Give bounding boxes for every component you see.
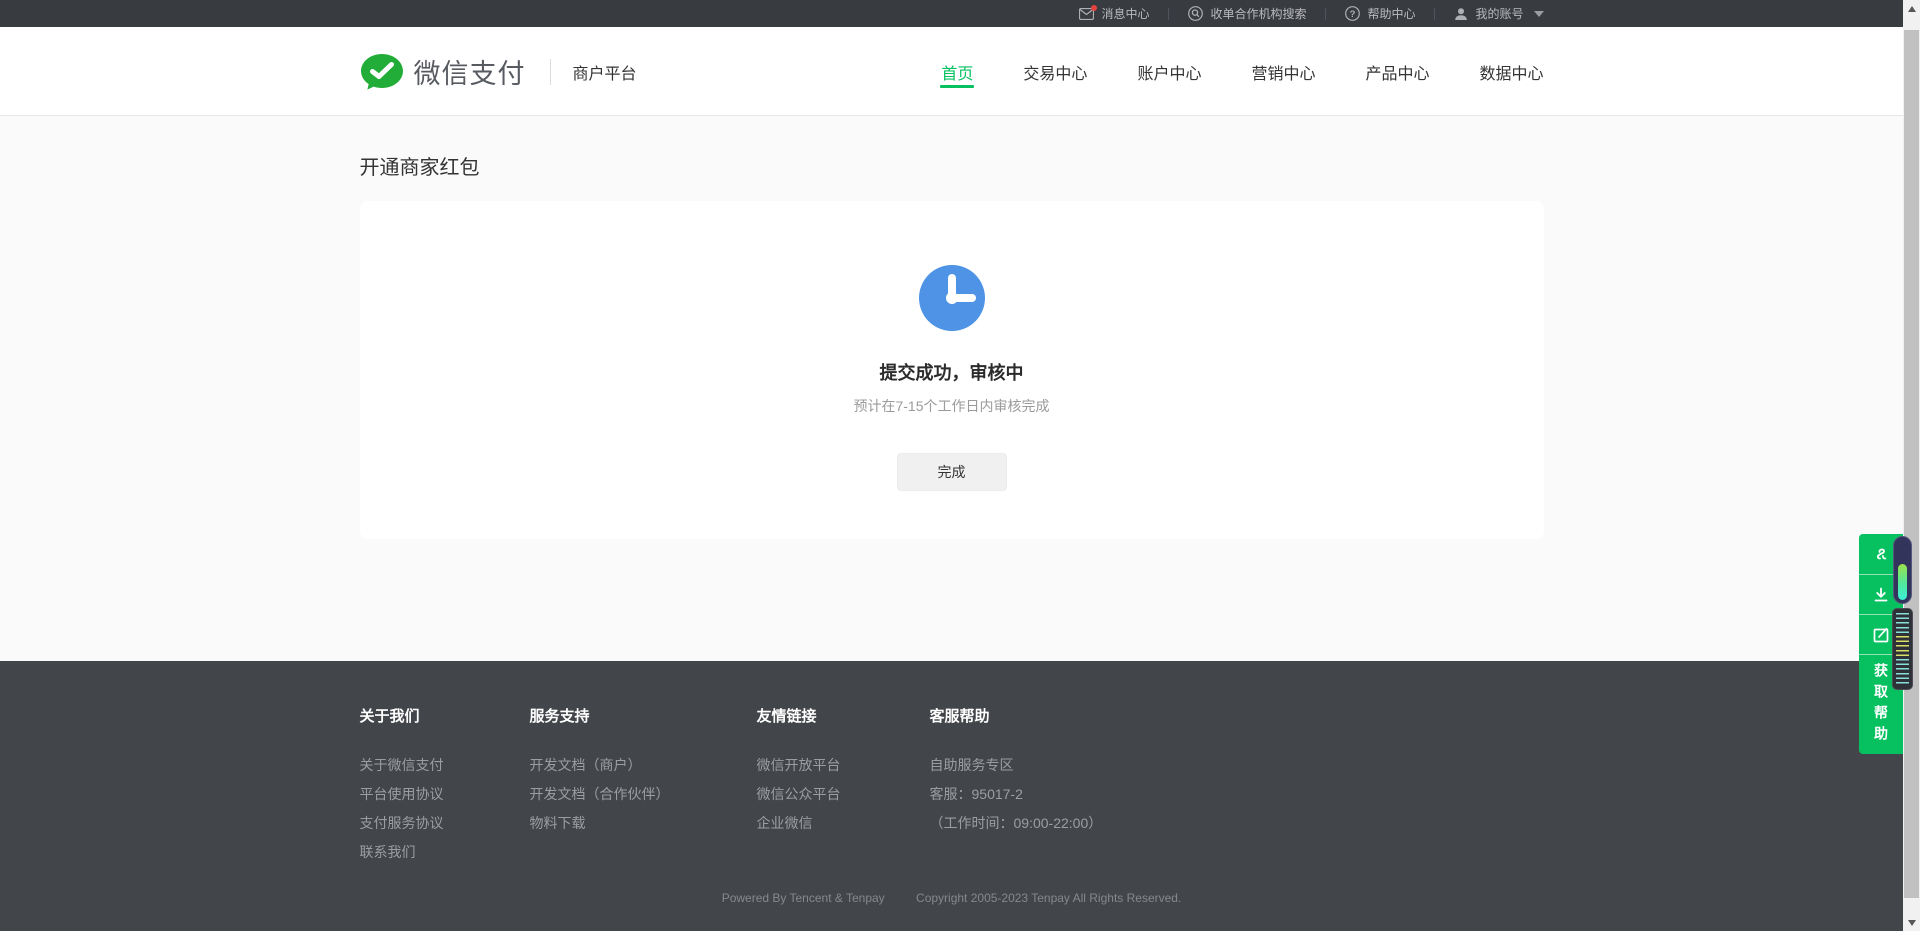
footer-col-title: 友情链接 (757, 705, 930, 726)
help-center-label: 帮助中心 (1367, 5, 1415, 22)
nav-item-home[interactable]: 首页 (941, 27, 973, 116)
footer-col-about: 关于我们 关于微信支付 平台使用协议 支付服务协议 联系我们 (360, 705, 530, 867)
nav-item-marketing-center[interactable]: 营销中心 (1251, 27, 1315, 116)
footer-link-self-service[interactable]: 自助服务专区 (930, 751, 1103, 780)
nav-label: 交易中心 (1023, 60, 1087, 84)
nav-label: 产品中心 (1365, 60, 1429, 84)
active-tab-underline (940, 85, 974, 88)
footer-col-title: 服务支持 (530, 705, 757, 726)
scroll-indicator-stripes (1892, 608, 1913, 690)
scroll-down-arrow[interactable] (1903, 914, 1920, 931)
acquiring-partner-search-label: 收单合作机构搜索 (1210, 5, 1306, 22)
status-subtitle: 预计在7-15个工作日内审核完成 (853, 396, 1049, 416)
status-title: 提交成功，审核中 (880, 359, 1024, 385)
footer-link-platform-agreement[interactable]: 平台使用协议 (360, 780, 530, 809)
main-content: 开通商家红包 提交成功，审核中 预计在7-15个工作日内审核完成 完成 (0, 116, 1903, 661)
footer-link-dev-docs-merchant[interactable]: 开发文档（商户） (530, 751, 757, 780)
scrollbar-thumb[interactable] (1904, 30, 1919, 898)
footer-link-contact-us[interactable]: 联系我们 (360, 838, 530, 867)
footer-col-support: 客服帮助 自助服务专区 客服：95017-2 （工作时间：09:00-22:00… (930, 705, 1103, 867)
top-utility-bar: 消息中心 收单合作机构搜索 ? 帮助中心 我的账号 (0, 0, 1903, 27)
wechat-bubble-icon (360, 53, 404, 91)
clock-icon (919, 265, 985, 331)
page-title: 开通商家红包 (360, 116, 1544, 180)
get-help-label: 获取帮助 (1871, 663, 1891, 747)
copyright-line: Powered By Tencent & Tenpay Copyright 20… (0, 891, 1903, 905)
download-icon (1871, 585, 1891, 605)
footer-col-links: 友情链接 微信开放平台 微信公众平台 企业微信 (757, 705, 930, 867)
portal-name: 商户平台 (573, 60, 637, 84)
logo-wordmark: 微信支付 (414, 52, 526, 91)
copyright-text: Copyright 2005-2023 Tenpay All Rights Re… (916, 891, 1181, 905)
site-footer: 关于我们 关于微信支付 平台使用协议 支付服务协议 联系我们 服务支持 开发文档… (0, 661, 1903, 931)
wechat-pay-logo[interactable]: 微信支付 (360, 52, 526, 91)
footer-link-wechat-official-platform[interactable]: 微信公众平台 (757, 780, 930, 809)
mail-icon (1079, 8, 1094, 20)
main-nav: 首页 交易中心 账户中心 营销中心 产品中心 数据中心 (941, 27, 1543, 116)
nav-label: 首页 (941, 60, 973, 84)
review-status-card: 提交成功，审核中 预计在7-15个工作日内审核完成 完成 (360, 201, 1544, 539)
page: 消息中心 收单合作机构搜索 ? 帮助中心 我的账号 (0, 0, 1903, 931)
nav-item-data-center[interactable]: 数据中心 (1479, 27, 1543, 116)
message-center-link[interactable]: 消息中心 (1060, 0, 1168, 27)
feedback-icon (1871, 625, 1891, 645)
nav-label: 数据中心 (1479, 60, 1543, 84)
site-header: 微信支付 商户平台 首页 交易中心 账户中心 营销中心 产品 (0, 27, 1903, 116)
message-center-label: 消息中心 (1101, 5, 1149, 22)
footer-working-hours: （工作时间：09:00-22:00） (930, 809, 1103, 838)
footer-col-service: 服务支持 开发文档（商户） 开发文档（合作伙伴） 物料下载 (530, 705, 757, 867)
nav-item-product-center[interactable]: 产品中心 (1365, 27, 1429, 116)
footer-col-title: 关于我们 (360, 705, 530, 726)
link-icon (1871, 544, 1891, 564)
my-account-menu[interactable]: 我的账号 (1435, 0, 1543, 27)
powered-by-text: Powered By Tencent & Tenpay (722, 891, 885, 905)
footer-hotline: 客服：95017-2 (930, 780, 1103, 809)
footer-link-about-wechat-pay[interactable]: 关于微信支付 (360, 751, 530, 780)
header-divider (550, 59, 551, 85)
footer-col-title: 客服帮助 (930, 705, 1103, 726)
footer-link-material-download[interactable]: 物料下载 (530, 809, 757, 838)
chevron-down-icon (1534, 11, 1544, 17)
nav-label: 账户中心 (1137, 60, 1201, 84)
my-account-label: 我的账号 (1475, 5, 1523, 22)
acquiring-partner-search-link[interactable]: 收单合作机构搜索 (1169, 0, 1325, 27)
scroll-up-arrow[interactable] (1903, 0, 1920, 17)
user-icon (1454, 7, 1468, 21)
footer-link-payment-agreement[interactable]: 支付服务协议 (360, 809, 530, 838)
search-icon (1188, 6, 1203, 21)
nav-label: 营销中心 (1251, 60, 1315, 84)
nav-item-transaction-center[interactable]: 交易中心 (1023, 27, 1087, 116)
nav-item-account-center[interactable]: 账户中心 (1137, 27, 1201, 116)
footer-link-dev-docs-partner[interactable]: 开发文档（合作伙伴） (530, 780, 757, 809)
scrollbar[interactable] (1903, 0, 1920, 931)
notification-badge (1091, 5, 1097, 11)
help-center-link[interactable]: ? 帮助中心 (1326, 0, 1434, 27)
help-icon: ? (1345, 6, 1360, 21)
svg-text:?: ? (1350, 9, 1356, 20)
footer-link-wechat-work[interactable]: 企业微信 (757, 809, 930, 838)
done-button[interactable]: 完成 (897, 453, 1007, 491)
footer-link-wechat-open-platform[interactable]: 微信开放平台 (757, 751, 930, 780)
scroll-indicator-gradient (1893, 536, 1912, 604)
